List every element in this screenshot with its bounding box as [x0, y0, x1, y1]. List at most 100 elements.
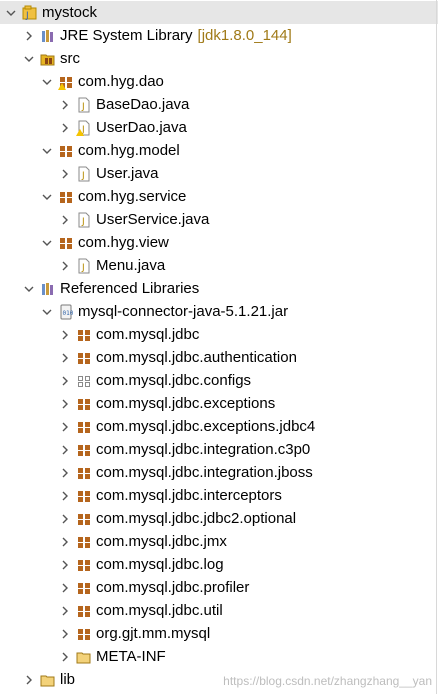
- lib-label: lib: [60, 670, 76, 688]
- chevron-right-icon[interactable]: [58, 604, 72, 618]
- tree-item-jar-package[interactable]: com.mysql.jdbc.profiler: [0, 576, 438, 599]
- referenced-libraries-label: Referenced Libraries: [60, 279, 200, 297]
- menu-label: Menu.java: [96, 256, 166, 274]
- folder-icon: [40, 672, 56, 688]
- jre-label: JRE System Library: [60, 26, 193, 44]
- chevron-right-icon[interactable]: [58, 581, 72, 595]
- source-folder-icon: [40, 51, 56, 67]
- panel-border: [436, 0, 437, 694]
- tree-item-jar-package[interactable]: com.mysql.jdbc.configs: [0, 369, 438, 392]
- tree-item-jar-package[interactable]: com.mysql.jdbc.integration.c3p0: [0, 438, 438, 461]
- tree-item-basedao[interactable]: J BaseDao.java: [0, 93, 438, 116]
- package-icon: [58, 189, 74, 205]
- package-icon: [58, 143, 74, 159]
- chevron-right-icon[interactable]: [58, 213, 72, 227]
- java-file-warning-icon: J: [76, 120, 92, 136]
- chevron-down-icon[interactable]: [40, 305, 54, 319]
- tree-item-user[interactable]: J User.java: [0, 162, 438, 185]
- tree-item-jar-package[interactable]: com.mysql.jdbc.jmx: [0, 530, 438, 553]
- svg-text:J: J: [81, 217, 85, 227]
- tree-item-userservice[interactable]: J UserService.java: [0, 208, 438, 231]
- svg-text:J: J: [81, 263, 85, 273]
- empty-package-icon: [76, 373, 92, 389]
- userdao-label: UserDao.java: [96, 118, 187, 136]
- src-label: src: [60, 49, 80, 67]
- package-icon: [76, 580, 92, 596]
- tree-item-package-model[interactable]: com.hyg.model: [0, 139, 438, 162]
- library-icon: [40, 281, 56, 297]
- chevron-down-icon[interactable]: [40, 75, 54, 89]
- tree-item-referenced-libraries[interactable]: Referenced Libraries: [0, 277, 438, 300]
- chevron-right-icon[interactable]: [22, 29, 36, 43]
- user-label: User.java: [96, 164, 159, 182]
- basedao-label: BaseDao.java: [96, 95, 190, 113]
- project-label: mystock: [42, 3, 98, 21]
- jar-package-label: com.mysql.jdbc.log: [96, 555, 224, 573]
- svg-text:010: 010: [63, 310, 74, 317]
- tree-item-jar-package[interactable]: com.mysql.jdbc: [0, 323, 438, 346]
- library-icon: [40, 28, 56, 44]
- chevron-right-icon[interactable]: [58, 466, 72, 480]
- tree-item-jar-package[interactable]: com.mysql.jdbc.util: [0, 599, 438, 622]
- tree-item-project[interactable]: J mystock: [0, 1, 438, 24]
- svg-text:J: J: [81, 102, 85, 112]
- chevron-right-icon[interactable]: [22, 673, 36, 687]
- tree-item-jre-library[interactable]: JRE System Library [jdk1.8.0_144]: [0, 24, 438, 47]
- chevron-right-icon[interactable]: [58, 420, 72, 434]
- java-file-icon: J: [76, 258, 92, 274]
- tree-item-jar-package[interactable]: com.mysql.jdbc.authentication: [0, 346, 438, 369]
- tree-item-jar-package[interactable]: com.mysql.jdbc.exceptions.jdbc4: [0, 415, 438, 438]
- package-icon: [76, 488, 92, 504]
- tree-item-package-view[interactable]: com.hyg.view: [0, 231, 438, 254]
- tree-item-jar-package[interactable]: com.mysql.jdbc.integration.jboss: [0, 461, 438, 484]
- jar-package-label: com.mysql.jdbc.exceptions: [96, 394, 276, 412]
- tree-item-jar-package[interactable]: org.gjt.mm.mysql: [0, 622, 438, 645]
- chevron-down-icon[interactable]: [40, 190, 54, 204]
- jar-package-label: org.gjt.mm.mysql: [96, 624, 211, 642]
- chevron-right-icon[interactable]: [58, 397, 72, 411]
- chevron-down-icon[interactable]: [40, 144, 54, 158]
- chevron-down-icon[interactable]: [4, 6, 18, 20]
- chevron-down-icon[interactable]: [22, 282, 36, 296]
- package-icon: [76, 442, 92, 458]
- tree-item-userdao[interactable]: J UserDao.java: [0, 116, 438, 139]
- tree-item-jar-package[interactable]: com.mysql.jdbc.exceptions: [0, 392, 438, 415]
- tree-item-meta-inf[interactable]: META-INF: [0, 645, 438, 668]
- tree-item-package-dao[interactable]: com.hyg.dao: [0, 70, 438, 93]
- chevron-right-icon[interactable]: [58, 489, 72, 503]
- jar-package-label: com.mysql.jdbc.configs: [96, 371, 252, 389]
- chevron-right-icon[interactable]: [58, 374, 72, 388]
- jar-package-label: META-INF: [96, 647, 166, 665]
- chevron-right-icon[interactable]: [58, 512, 72, 526]
- tree-item-jar-package[interactable]: com.mysql.jdbc.log: [0, 553, 438, 576]
- tree-item-jar-package[interactable]: com.mysql.jdbc.interceptors: [0, 484, 438, 507]
- chevron-right-icon[interactable]: [58, 259, 72, 273]
- chevron-right-icon[interactable]: [58, 558, 72, 572]
- chevron-right-icon[interactable]: [58, 650, 72, 664]
- chevron-down-icon[interactable]: [22, 52, 36, 66]
- chevron-right-icon[interactable]: [58, 167, 72, 181]
- java-project-icon: J: [22, 5, 38, 21]
- chevron-right-icon[interactable]: [58, 121, 72, 135]
- userservice-label: UserService.java: [96, 210, 210, 228]
- tree-item-package-service[interactable]: com.hyg.service: [0, 185, 438, 208]
- tree-item-src[interactable]: src: [0, 47, 438, 70]
- svg-text:J: J: [25, 11, 29, 21]
- chevron-down-icon[interactable]: [40, 236, 54, 250]
- chevron-right-icon[interactable]: [58, 535, 72, 549]
- package-warning-icon: [58, 74, 74, 90]
- tree-item-jar[interactable]: 010 mysql-connector-java-5.1.21.jar: [0, 300, 438, 323]
- chevron-right-icon[interactable]: [58, 627, 72, 641]
- jar-package-label: com.mysql.jdbc.exceptions.jdbc4: [96, 417, 316, 435]
- chevron-right-icon[interactable]: [58, 98, 72, 112]
- chevron-right-icon[interactable]: [58, 351, 72, 365]
- package-icon: [76, 419, 92, 435]
- chevron-right-icon[interactable]: [58, 328, 72, 342]
- tree-item-jar-package[interactable]: com.mysql.jdbc.jdbc2.optional: [0, 507, 438, 530]
- java-file-icon: J: [76, 97, 92, 113]
- package-dao-label: com.hyg.dao: [78, 72, 164, 90]
- folder-icon: [76, 649, 92, 665]
- chevron-right-icon[interactable]: [58, 443, 72, 457]
- tree-item-menu[interactable]: J Menu.java: [0, 254, 438, 277]
- jar-package-label: com.mysql.jdbc.jdbc2.optional: [96, 509, 297, 527]
